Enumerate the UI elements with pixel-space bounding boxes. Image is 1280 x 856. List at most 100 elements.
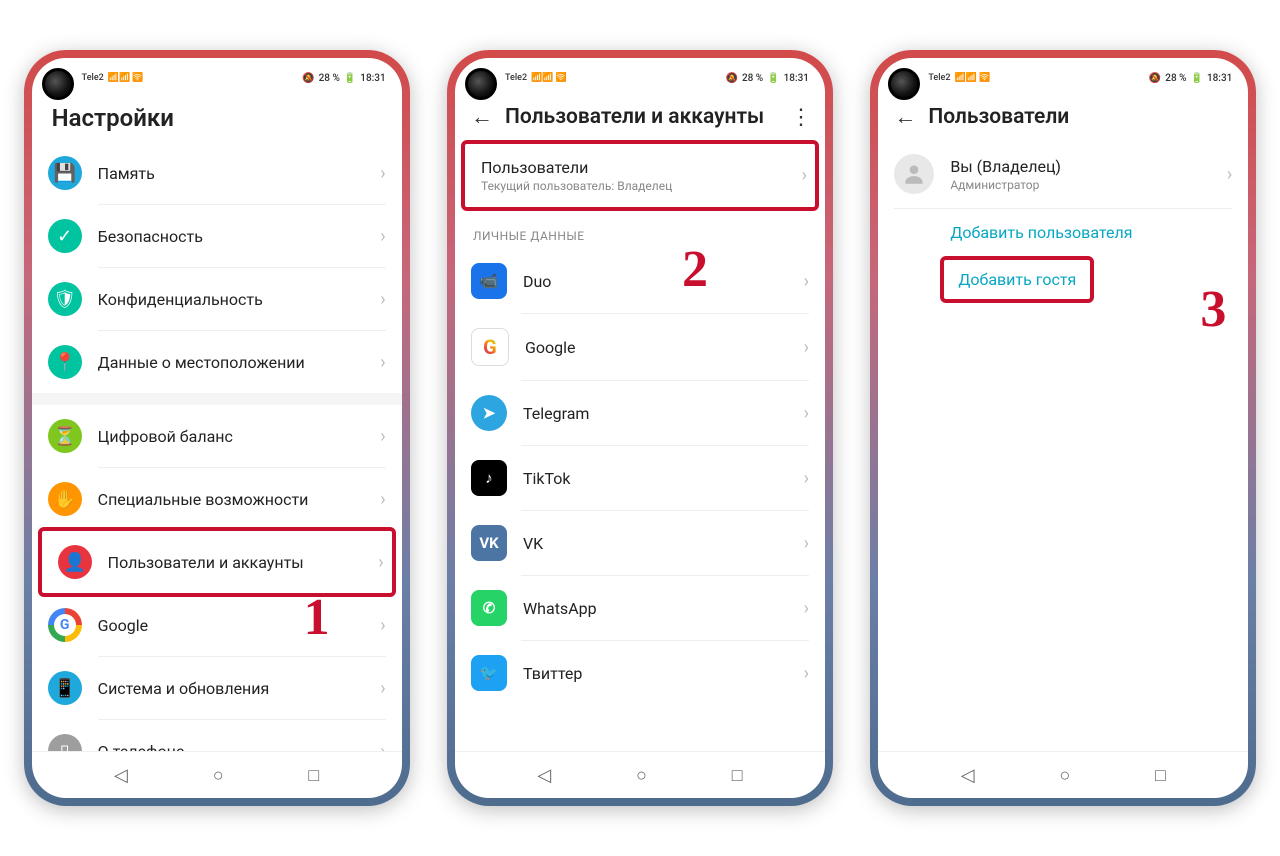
nav-home[interactable]: ○ bbox=[1059, 765, 1070, 786]
status-bar: Tele2 📶📶 🛜 🔕 28 % 🔋 18:31 bbox=[455, 58, 825, 92]
add-guest-link[interactable]: Добавить гостя bbox=[958, 270, 1076, 289]
owner-row[interactable]: Вы (Владелец) Администратор › bbox=[878, 140, 1248, 208]
row-icon: 📍 bbox=[48, 345, 82, 379]
account-row-duo[interactable]: 📹Duo› bbox=[455, 249, 825, 313]
chevron-right-icon: › bbox=[380, 426, 385, 447]
row-icon: 👤 bbox=[58, 545, 92, 579]
account-row-telegram[interactable]: ➤Telegram› bbox=[455, 381, 825, 445]
row-label: Специальные возможности bbox=[98, 490, 365, 509]
settings-row-7[interactable]: GGoogle› bbox=[32, 594, 402, 656]
row-label: Память bbox=[98, 164, 365, 183]
row-icon: 📱 bbox=[48, 671, 82, 705]
chevron-right-icon: › bbox=[380, 226, 385, 247]
page-title: Пользователи и аккаунты bbox=[505, 105, 778, 129]
row-label: Конфиденциальность bbox=[98, 290, 365, 309]
settings-row-5[interactable]: ✋ Специальные возможности › bbox=[32, 468, 402, 530]
nav-recent[interactable]: □ bbox=[308, 765, 319, 786]
avatar-icon bbox=[894, 154, 934, 194]
add-guest-highlight: Добавить гостя bbox=[940, 256, 1094, 303]
page-title: Настройки bbox=[48, 104, 386, 132]
settings-row-6[interactable]: 👤Пользователи и аккаунты› bbox=[38, 527, 396, 597]
row-label: О телефоне bbox=[98, 742, 365, 752]
account-row-whatsapp[interactable]: ✆WhatsApp› bbox=[455, 576, 825, 640]
nav-back[interactable]: ◁ bbox=[537, 765, 551, 786]
row-icon: G bbox=[48, 608, 82, 642]
camera-cutout bbox=[465, 68, 497, 100]
users-sub: Текущий пользователь: Владелец bbox=[481, 179, 786, 193]
chevron-right-icon: › bbox=[380, 352, 385, 373]
row-icon: 💾 bbox=[48, 156, 82, 190]
app-icon: ♪ bbox=[471, 460, 507, 496]
app-label: Telegram bbox=[523, 404, 788, 423]
step-number-2: 2 bbox=[682, 240, 708, 299]
app-icon: ✆ bbox=[471, 590, 507, 626]
page-header: ← Пользователи bbox=[878, 92, 1248, 140]
camera-cutout bbox=[42, 68, 74, 100]
chevron-right-icon: › bbox=[380, 615, 385, 636]
chevron-right-icon: › bbox=[380, 741, 385, 752]
back-icon[interactable]: ← bbox=[894, 104, 916, 130]
chevron-right-icon: › bbox=[380, 489, 385, 510]
app-label: Duo bbox=[523, 272, 788, 291]
users-row[interactable]: Пользователи Текущий пользователь: Владе… bbox=[461, 140, 819, 211]
nav-back[interactable]: ◁ bbox=[961, 765, 975, 786]
app-icon: 📹 bbox=[471, 263, 507, 299]
account-row-google[interactable]: GGoogle› bbox=[455, 314, 825, 380]
settings-row-0[interactable]: 💾 Память › bbox=[32, 142, 402, 204]
back-icon[interactable]: ← bbox=[471, 104, 493, 130]
settings-row-8[interactable]: 📱Система и обновления› bbox=[32, 657, 402, 719]
status-bar: Tele2 📶📶 🛜 🔕 28 % 🔋 18:31 bbox=[32, 58, 402, 92]
account-row-vk[interactable]: VKVK› bbox=[455, 511, 825, 575]
chevron-right-icon: › bbox=[380, 163, 385, 184]
page-header: Настройки bbox=[32, 92, 402, 142]
account-row-tiktok[interactable]: ♪ TikTok › bbox=[455, 446, 825, 510]
app-label: Твиттер bbox=[523, 664, 788, 683]
row-label: Цифровой баланс bbox=[98, 427, 365, 446]
phone-frame-3: Tele2 📶📶 🛜 🔕 28 % 🔋 18:31 ← Пользователи… bbox=[870, 50, 1256, 806]
row-label: Пользователи и аккаунты bbox=[108, 553, 363, 572]
owner-label: Вы (Владелец) bbox=[950, 157, 1211, 176]
account-row-твиттер[interactable]: 🐦 Твиттер › bbox=[455, 641, 825, 705]
settings-row-3[interactable]: 📍 Данные о местоположении › bbox=[32, 331, 402, 393]
section-label: ЛИЧНЫЕ ДАННЫЕ bbox=[455, 217, 825, 249]
chevron-right-icon: › bbox=[804, 468, 809, 489]
step-number-3: 3 bbox=[1200, 280, 1226, 339]
nav-home[interactable]: ○ bbox=[636, 765, 647, 786]
nav-bar: ◁ ○ □ bbox=[32, 751, 402, 798]
app-label: VK bbox=[523, 534, 788, 553]
chevron-right-icon: › bbox=[804, 663, 809, 684]
page-title: Пользователи bbox=[928, 105, 1232, 129]
nav-recent[interactable]: □ bbox=[732, 765, 743, 786]
nav-bar: ◁ ○ □ bbox=[455, 751, 825, 798]
step-number-1: 1 bbox=[304, 588, 330, 647]
chevron-right-icon: › bbox=[380, 289, 385, 310]
chevron-right-icon: › bbox=[1227, 164, 1232, 185]
app-label: Google bbox=[525, 338, 788, 357]
app-label: WhatsApp bbox=[523, 599, 788, 618]
row-label: Безопасность bbox=[98, 227, 365, 246]
row-label: Данные о местоположении bbox=[98, 353, 365, 372]
settings-row-1[interactable]: ✓Безопасность› bbox=[32, 205, 402, 267]
nav-recent[interactable]: □ bbox=[1155, 765, 1166, 786]
row-icon: ▯ bbox=[48, 734, 82, 751]
nav-home[interactable]: ○ bbox=[213, 765, 224, 786]
row-icon: ✋ bbox=[48, 482, 82, 516]
settings-row-2[interactable]: 🛡 Конфиденциальность › bbox=[32, 268, 402, 330]
app-icon: ➤ bbox=[471, 395, 507, 431]
nav-bar: ◁ ○ □ bbox=[878, 751, 1248, 798]
owner-sub: Администратор bbox=[950, 178, 1211, 192]
row-icon: ⏳ bbox=[48, 419, 82, 453]
settings-row-4[interactable]: ⏳ Цифровой баланс › bbox=[32, 405, 402, 467]
more-icon[interactable]: ⋮ bbox=[790, 105, 809, 130]
add-user-link[interactable]: Добавить пользователя bbox=[878, 209, 1248, 256]
nav-back[interactable]: ◁ bbox=[114, 765, 128, 786]
status-bar: Tele2 📶📶 🛜 🔕 28 % 🔋 18:31 bbox=[878, 58, 1248, 92]
settings-row-9[interactable]: ▯ О телефоне › bbox=[32, 720, 402, 751]
phone-frame-2: Tele2 📶📶 🛜 🔕 28 % 🔋 18:31 ← Пользователи… bbox=[447, 50, 833, 806]
row-icon: 🛡 bbox=[48, 282, 82, 316]
app-icon: 🐦 bbox=[471, 655, 507, 691]
chevron-right-icon: › bbox=[804, 533, 809, 554]
app-label: TikTok bbox=[523, 469, 788, 488]
phone-frame-1: Tele2 📶📶 🛜 🔕 28 % 🔋 18:31 Настройки 💾 Пам… bbox=[24, 50, 410, 806]
users-label: Пользователи bbox=[481, 158, 786, 177]
